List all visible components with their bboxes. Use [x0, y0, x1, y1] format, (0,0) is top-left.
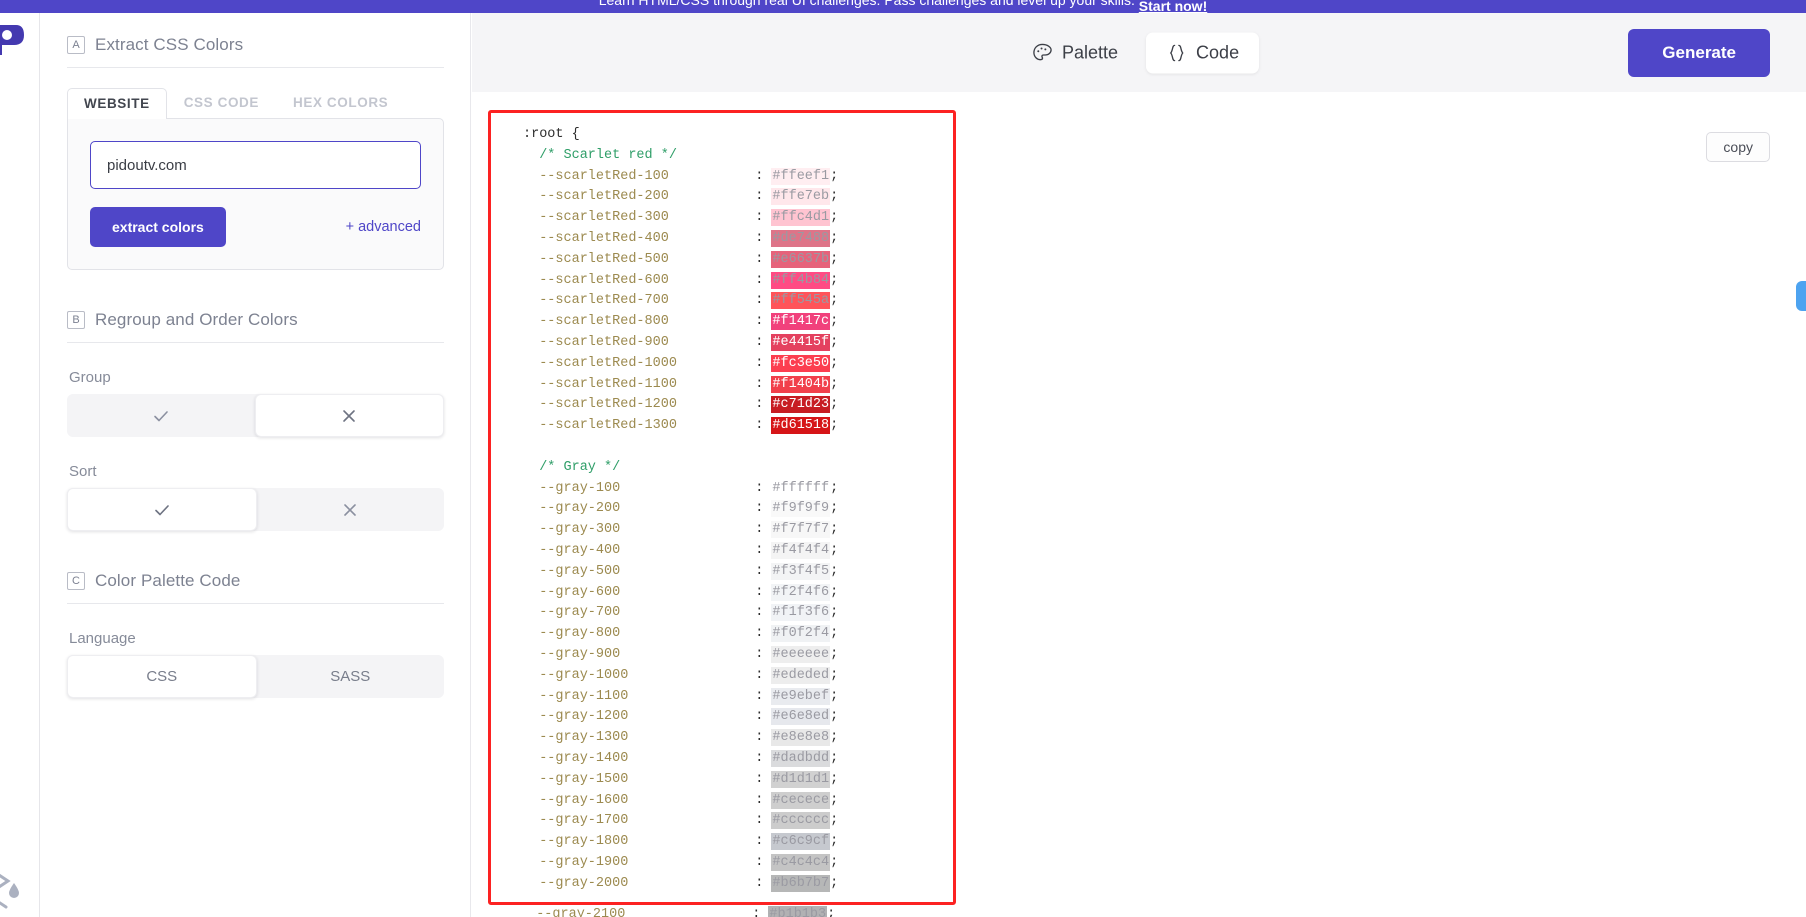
promo-start-now-link[interactable]: Start now!	[1139, 0, 1207, 13]
code-area: copy :root { /* Scarlet red */ --scarlet…	[472, 92, 1806, 917]
edge-helper-widget[interactable]	[1796, 281, 1806, 311]
code-scroll-region[interactable]: :root { /* Scarlet red */ --scarletRed-1…	[491, 113, 953, 894]
extract-colors-button[interactable]: extract colors	[90, 207, 226, 247]
check-icon	[152, 500, 172, 520]
section-c-badge: C	[67, 572, 85, 590]
section-a-title: Extract CSS Colors	[95, 35, 243, 55]
language-option-sass[interactable]: SASS	[257, 655, 445, 698]
water-drop-code-icon[interactable]	[0, 869, 26, 909]
extract-source-card: WEBSITE CSS CODE HEX COLORS extract colo…	[67, 86, 444, 270]
tab-code[interactable]: Code	[1146, 32, 1259, 73]
section-b-header: B Regroup and Order Colors	[67, 310, 444, 330]
sort-label: Sort	[69, 463, 444, 480]
tab-css-code[interactable]: CSS CODE	[167, 87, 276, 118]
main-header: Palette Code Generate	[472, 13, 1806, 92]
css-code-output: :root { /* Scarlet red */ --scarletRed-1…	[491, 125, 953, 894]
section-c-title: Color Palette Code	[95, 571, 240, 591]
copy-button[interactable]: copy	[1706, 132, 1770, 162]
generate-button[interactable]: Generate	[1628, 29, 1770, 77]
promo-banner-text: Learn HTML/CSS through real UI challenge…	[599, 0, 1135, 8]
section-c-divider	[67, 603, 444, 604]
sort-toggle	[67, 488, 444, 531]
website-tab-panel: extract colors + advanced	[67, 118, 444, 270]
settings-panel: A Extract CSS Colors WEBSITE CSS CODE HE…	[41, 13, 471, 917]
language-toggle: CSS SASS	[67, 655, 444, 698]
close-icon	[340, 500, 360, 520]
tab-hex-colors[interactable]: HEX COLORS	[276, 87, 405, 118]
close-icon	[339, 406, 359, 426]
code-braces-icon	[1166, 42, 1187, 63]
source-tabs: WEBSITE CSS CODE HEX COLORS	[67, 86, 444, 118]
left-rail	[0, 13, 40, 917]
sort-option-yes[interactable]	[67, 488, 257, 531]
section-a-header: A Extract CSS Colors	[67, 35, 444, 55]
section-b-title: Regroup and Order Colors	[95, 310, 298, 330]
sort-option-no[interactable]	[257, 488, 445, 531]
extract-actions: extract colors + advanced	[90, 207, 421, 247]
palette-icon	[1032, 42, 1053, 63]
main-area: Palette Code Generate copy :root { /* Sc…	[472, 13, 1806, 917]
tab-palette[interactable]: Palette	[1012, 32, 1138, 73]
group-option-no[interactable]	[255, 394, 445, 437]
section-b-badge: B	[67, 311, 85, 329]
brand-logo-icon[interactable]	[0, 23, 30, 57]
language-option-css[interactable]: CSS	[67, 655, 257, 698]
group-toggle	[67, 394, 444, 437]
advanced-options-link[interactable]: + advanced	[346, 219, 421, 235]
section-c-header: C Color Palette Code	[67, 571, 444, 591]
view-tabs: Palette Code	[1012, 32, 1259, 73]
app-root: Learn HTML/CSS through real UI challenge…	[0, 0, 1806, 917]
language-label: Language	[69, 630, 444, 647]
check-icon	[151, 406, 171, 426]
website-url-input[interactable]	[90, 141, 421, 189]
section-a-badge: A	[67, 36, 85, 54]
group-option-yes[interactable]	[67, 394, 255, 437]
section-a-divider	[67, 67, 444, 68]
tab-website[interactable]: WEBSITE	[67, 88, 167, 119]
section-b-divider	[67, 342, 444, 343]
promo-banner[interactable]: Learn HTML/CSS through real UI challenge…	[0, 0, 1806, 13]
group-label: Group	[69, 369, 444, 386]
code-clipped-row: --gray-2100: #b1b1b3;	[488, 905, 956, 917]
tab-code-label: Code	[1196, 42, 1239, 63]
tab-palette-label: Palette	[1062, 42, 1118, 63]
code-highlight-box: :root { /* Scarlet red */ --scarletRed-1…	[488, 110, 956, 905]
